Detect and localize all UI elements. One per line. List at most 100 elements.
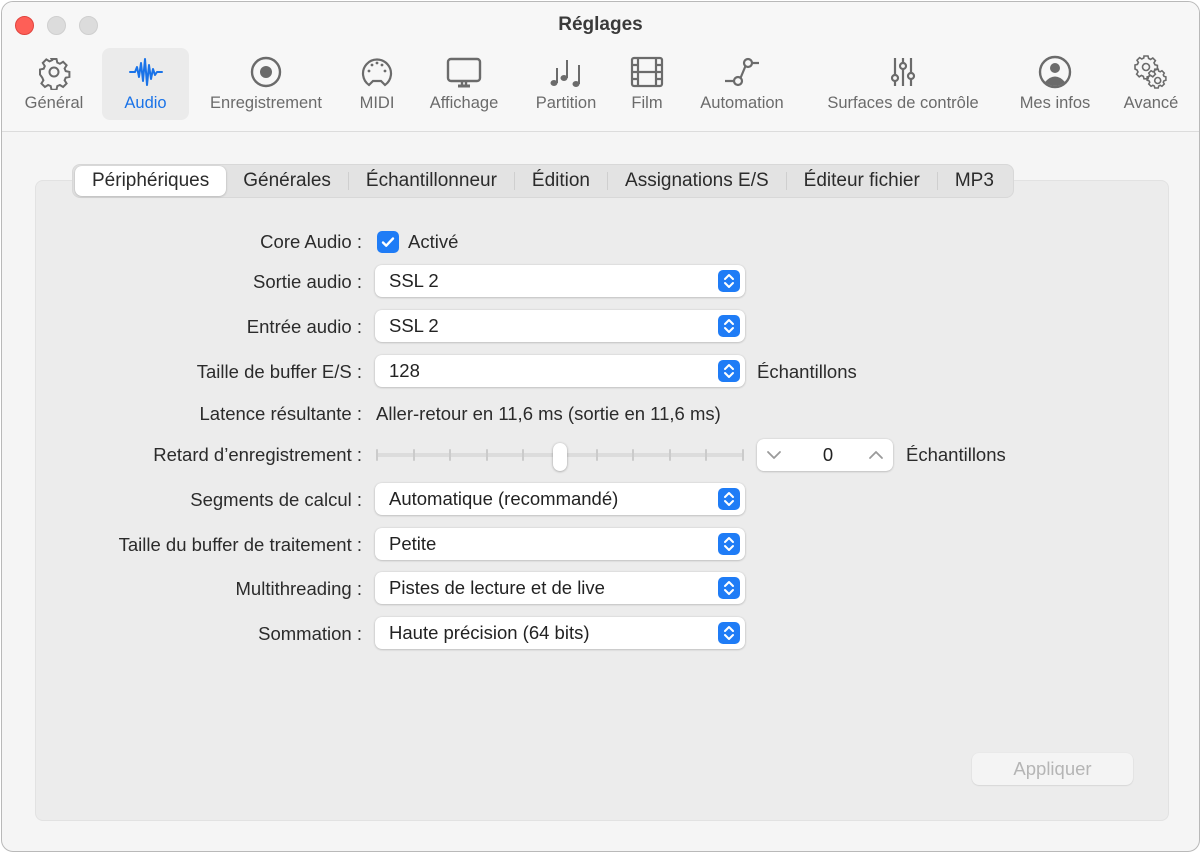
buffer-es-label: Taille de buffer E/S : (196, 361, 362, 382)
window-title: Réglages (558, 14, 643, 35)
midi-connector-icon (361, 58, 393, 87)
toolbar-label: Enregistrement (210, 94, 322, 112)
up-down-chevron-icon (718, 270, 740, 292)
toolbar-item-midi[interactable]: MIDI (346, 48, 408, 120)
decrement-button[interactable] (764, 445, 784, 465)
tab-edition[interactable]: Édition (515, 166, 607, 196)
toolbar-label: MIDI (359, 94, 395, 112)
buffer-es-value: 128 (389, 360, 420, 381)
sortie-audio-popup[interactable]: SSL 2 (375, 265, 745, 297)
title-bar: Réglages Général Audio Enregistrement MI… (2, 2, 1199, 132)
toolbar-item-affichage[interactable]: Affichage (420, 48, 508, 120)
up-down-chevron-icon (718, 533, 740, 555)
segments-popup[interactable]: Automatique (recommandé) (375, 483, 745, 515)
toolbar-item-film[interactable]: Film (620, 48, 674, 120)
retard-unit: Échantillons (906, 444, 1006, 465)
tab-peripheriques[interactable]: Périphériques (75, 166, 227, 196)
retard-label: Retard d’enregistrement : (153, 444, 362, 465)
checkmark-icon (381, 237, 395, 247)
chevron-up-icon (869, 451, 883, 459)
core-audio-checkbox-label: Activé (408, 231, 459, 252)
toolbar-item-mes-infos[interactable]: Mes infos (1008, 48, 1102, 120)
toolbar-label: Partition (535, 94, 597, 112)
multithreading-label: Multithreading : (235, 578, 362, 599)
toolbar-label: Avancé (1123, 94, 1179, 112)
toolbar-item-surfaces[interactable]: Surfaces de contrôle (810, 48, 996, 120)
slider-tick (668, 449, 671, 461)
buffer-traitement-popup[interactable]: Petite (375, 528, 745, 560)
core-audio-checkbox[interactable] (377, 231, 399, 253)
preferences-toolbar: Général Audio Enregistrement MIDI Affich… (2, 48, 1199, 122)
sommation-value: Haute précision (64 bits) (389, 622, 590, 643)
toolbar-item-automation[interactable]: Automation (688, 48, 796, 120)
buffer-es-row: Taille de buffer E/S : 128 Échantillons (2, 355, 1199, 389)
music-notes-icon (550, 60, 580, 87)
up-down-chevron-icon (718, 577, 740, 599)
gears-icon (1134, 55, 1167, 89)
toolbar-label: Affichage (429, 94, 499, 112)
apply-button[interactable]: Appliquer (972, 753, 1133, 785)
segments-value: Automatique (recommandé) (389, 488, 619, 509)
slider-tick (485, 449, 488, 461)
entree-audio-row: Entrée audio : SSL 2 (2, 310, 1199, 344)
multithreading-value: Pistes de lecture et de live (389, 577, 605, 598)
gear-icon (39, 58, 71, 90)
entree-audio-popup[interactable]: SSL 2 (375, 310, 745, 342)
sommation-row: Sommation : Haute précision (64 bits) (2, 617, 1199, 651)
record-icon (250, 56, 282, 88)
buffer-traitement-value: Petite (389, 533, 437, 554)
multithreading-row: Multithreading : Pistes de lecture et de… (2, 572, 1199, 606)
slider-tick (595, 449, 598, 461)
toolbar-item-partition[interactable]: Partition (526, 48, 606, 120)
slider-tick (632, 449, 635, 461)
sliders-icon (890, 58, 916, 86)
buffer-traitement-label: Taille du buffer de traitement : (118, 534, 362, 555)
sortie-audio-label: Sortie audio : (252, 271, 362, 292)
latence-value: Aller-retour en 11,6 ms (sortie en 11,6 … (376, 403, 721, 424)
segments-row: Segments de calcul : Automatique (recomm… (2, 483, 1199, 517)
multithreading-popup[interactable]: Pistes de lecture et de live (375, 572, 745, 604)
slider-tick (449, 449, 452, 461)
slider-tick (376, 449, 378, 461)
tab-editeur-fichier[interactable]: Éditeur fichier (787, 166, 937, 196)
buffer-traitement-row: Taille du buffer de traitement : Petite (2, 528, 1199, 562)
preferences-window: Réglages Général Audio Enregistrement MI… (1, 1, 1200, 852)
tab-mp3[interactable]: MP3 (938, 166, 1011, 196)
retard-value[interactable]: 0 (787, 439, 863, 471)
buffer-es-unit: Échantillons (757, 361, 857, 382)
toolbar-item-avance[interactable]: Avancé (1116, 48, 1186, 120)
slider-knob[interactable] (553, 443, 567, 471)
latence-row: Latence résultante : Aller-retour en 11,… (2, 397, 1199, 431)
core-audio-label: Core Audio : (260, 231, 362, 252)
toolbar-label: Automation (700, 94, 784, 112)
film-icon (630, 56, 664, 88)
toolbar-label: Mes infos (1019, 94, 1091, 112)
retard-slider[interactable] (376, 443, 744, 471)
tab-assignations-es[interactable]: Assignations E/S (608, 166, 786, 196)
sommation-popup[interactable]: Haute précision (64 bits) (375, 617, 745, 649)
waveform-icon (128, 58, 163, 86)
up-down-chevron-icon (718, 488, 740, 510)
sommation-label: Sommation : (258, 623, 362, 644)
user-circle-icon (1038, 55, 1072, 89)
buffer-es-popup[interactable]: 128 (375, 355, 745, 387)
settings-tab-bar: Périphériques Générales Échantillonneur … (72, 164, 1014, 198)
increment-button[interactable] (866, 445, 886, 465)
chevron-down-icon (767, 451, 781, 459)
toolbar-item-general[interactable]: Général (16, 48, 92, 120)
latence-label: Latence résultante : (199, 403, 363, 424)
toolbar-label: Surfaces de contrôle (827, 94, 979, 112)
core-audio-row: Core Audio : Activé (2, 225, 1199, 259)
automation-icon (725, 57, 759, 87)
up-down-chevron-icon (718, 315, 740, 337)
toolbar-label: Film (631, 94, 663, 112)
toolbar-item-audio[interactable]: Audio (102, 48, 189, 120)
tab-generales[interactable]: Générales (226, 166, 348, 196)
toolbar-item-enregistrement[interactable]: Enregistrement (198, 48, 334, 120)
entree-audio-label: Entrée audio : (246, 316, 362, 337)
toolbar-label: Audio (124, 94, 167, 112)
sortie-audio-row: Sortie audio : SSL 2 (2, 265, 1199, 299)
tab-echantillonneur[interactable]: Échantillonneur (349, 166, 514, 196)
retard-stepper[interactable]: 0 (757, 439, 893, 471)
toolbar-label: Général (24, 94, 84, 112)
